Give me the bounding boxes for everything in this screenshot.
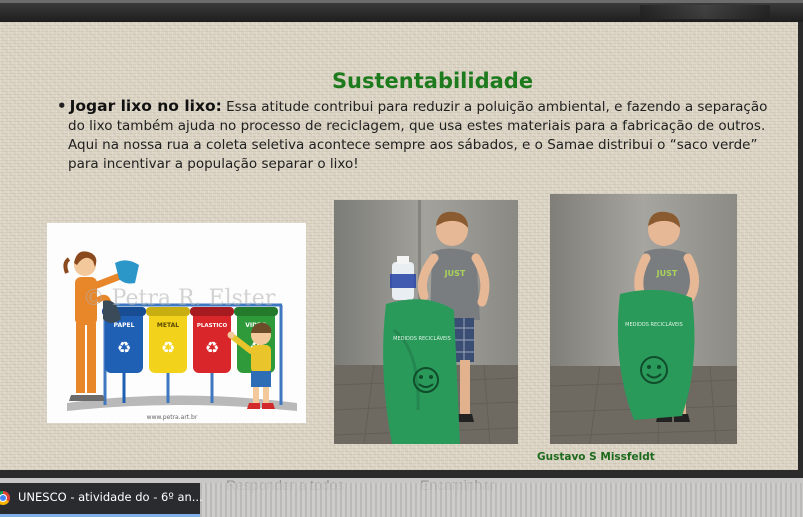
photo-1-svg: JUST MEDIDOS RECICLÁVEIS [334,200,518,444]
recycle-icon: ♻ [117,338,131,357]
recycle-icon: ♻ [205,338,219,357]
browser-tab-unesco[interactable]: UNESCO - atividade do - 6º an... [0,483,203,517]
illustration-site-credit: www.petra.art.br [147,414,198,421]
recycling-cartoon-svg: PAPEL ♻ METAL ♻ PLASTICO ♻ VI [47,223,306,423]
recycling-bins-illustration: PAPEL ♻ METAL ♻ PLASTICO ♻ VI [47,223,306,423]
browser-tab-bar: Responder a todos Encaminhar UNESCO - at… [0,470,803,517]
photo-boy-recycling-1: JUST MEDIDOS RECICLÁVEIS [334,200,518,444]
window-top-strip [0,0,803,22]
photo-boy-recycling-2: JUST MEDIDOS RECICLÁVEIS [550,194,737,444]
window-right-edge [798,22,803,470]
chrome-icon [0,491,10,505]
text-line-1-rest: Essa atitude contribui para reduzir a po… [221,99,768,115]
bin-label-plastico: PLASTICO [197,323,228,329]
bullet-marker: • [57,97,67,115]
slide-title: Sustentabilidade [331,69,534,93]
browser-tab-label: UNESCO - atividade do - 6º an... [18,490,203,504]
text-line-1: • Jogar lixo no lixo: Essa atitude contri… [57,97,772,117]
text-line-2: do lixo também ajuda no processo de reci… [68,118,766,134]
bin-label-papel: PAPEL [114,322,135,329]
lead-phrase: Jogar lixo no lixo: [69,97,222,115]
bag-print-text: MEDIDOS RECICLÁVEIS [393,335,451,342]
slide-body-text: • Jogar lixo no lixo: Essa atitude contri… [57,97,772,174]
photo-credit: Gustavo S Missfeldt [537,451,655,463]
bin-label-metal: METAL [157,322,179,329]
tab-bar-background [200,483,803,517]
illustration-watermark: © Petra R. Elster [83,286,276,311]
svg-text:JUST: JUST [444,269,466,278]
text-line-3: Aqui na nossa rua a coleta seletiva acon… [68,137,758,153]
photo-2-svg: JUST MEDIDOS RECICLÁVEIS [550,194,737,444]
presentation-slide: Sustentabilidade • Jogar lixo no lixo: Es… [0,22,798,470]
bag-print-text-2: MEDIDOS RECICLÁVEIS [625,321,683,328]
tab-bar-top-edge [0,470,803,478]
text-line-4: para incentivar a população separar o li… [68,156,359,172]
recycle-icon: ♻ [161,338,175,357]
svg-text:JUST: JUST [656,269,678,278]
